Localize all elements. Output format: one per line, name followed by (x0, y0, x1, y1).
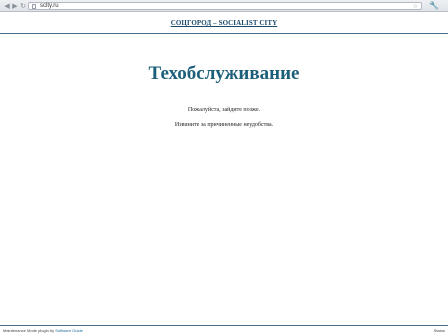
apology-message: Извините за причиненные неудобства. (174, 122, 274, 128)
url-text[interactable]: sclty.ru (40, 3, 59, 10)
browser-toolbar: ◀ ▶ ↻ sclty.ru ☆ 🔧 (0, 0, 448, 12)
site-footer: Maintenance Mode plugin by Software Guid… (0, 325, 448, 336)
page-title: Техобслуживание (148, 63, 300, 84)
maintenance-message: Пожалуйста, зайдите позже. (187, 107, 261, 113)
reload-icon[interactable]: ↻ (19, 2, 27, 10)
footer-credit-text: Maintenance Mode plugin by (3, 328, 55, 333)
bookmark-star-icon[interactable]: ☆ (413, 3, 418, 10)
site-header: СОЦГОРОД – SOCIALIST CITY (0, 12, 448, 34)
site-title-link[interactable]: СОЦГОРОД – SOCIALIST CITY (171, 19, 278, 27)
footer-credit: Maintenance Mode plugin by Software Guid… (3, 328, 83, 334)
back-icon[interactable]: ◀ (3, 2, 11, 10)
page-icon (32, 4, 36, 9)
address-bar[interactable]: sclty.ru ☆ (28, 2, 422, 10)
wrench-menu-icon[interactable]: 🔧 (428, 1, 440, 11)
footer-credit-link[interactable]: Software Guide (55, 328, 83, 333)
forward-icon[interactable]: ▶ (11, 2, 19, 10)
footer-status: Status (433, 328, 445, 333)
